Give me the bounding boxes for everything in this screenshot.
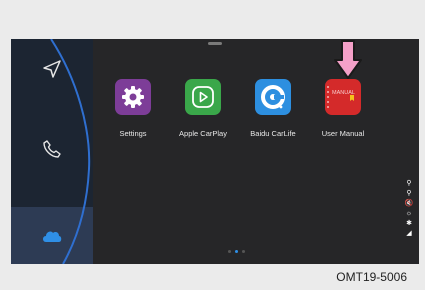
drag-handle[interactable] (208, 42, 222, 45)
user-manual-tile: MANUAL (325, 79, 361, 115)
navigation-arrow-icon (43, 60, 61, 78)
usb-icon: ⚲ (406, 190, 412, 197)
cloud-icon (43, 231, 62, 242)
app-label: User Manual (321, 129, 365, 138)
manual-tile-text: MANUAL (332, 90, 355, 96)
page-dot-active[interactable] (235, 250, 238, 253)
status-bar: ⚲ ⚲ 🔇 ☼ ✱ ◢ (402, 179, 416, 239)
phone-icon (43, 140, 61, 158)
sidebar (11, 39, 93, 264)
page-indicator (228, 250, 245, 253)
wifi-icon: ☼ (405, 210, 413, 217)
settings-tile (115, 79, 151, 115)
app-label: Apple CarPlay (179, 129, 227, 138)
usb-icon: ⚲ (406, 180, 412, 187)
app-apple-carplay[interactable]: Apple CarPlay (163, 79, 243, 138)
carlife-tile (255, 79, 291, 115)
carlife-icon (261, 85, 285, 109)
bluetooth-icon: ✱ (406, 220, 412, 227)
carplay-play-icon (192, 86, 214, 108)
signal-icon: ◢ (406, 230, 412, 237)
down-arrow-pointer-icon (334, 40, 362, 79)
app-label: Settings (119, 129, 147, 138)
gear-icon (122, 86, 144, 108)
sidebar-item-phone[interactable] (11, 119, 93, 179)
carplay-tile (185, 79, 221, 115)
app-settings[interactable]: Settings (93, 79, 173, 138)
app-user-manual[interactable]: MANUAL User Manual (303, 79, 383, 138)
sidebar-item-navigation[interactable] (11, 39, 93, 99)
page-dot[interactable] (228, 250, 231, 253)
sidebar-item-apps[interactable] (11, 207, 93, 264)
app-label: Baidu CarLife (250, 129, 296, 138)
manual-book-icon (327, 86, 354, 108)
figure-code: OMT19-5006 (336, 270, 407, 284)
page-dot[interactable] (242, 250, 245, 253)
mute-icon: 🔇 (404, 200, 414, 207)
app-baidu-carlife[interactable]: Baidu CarLife (233, 79, 313, 138)
